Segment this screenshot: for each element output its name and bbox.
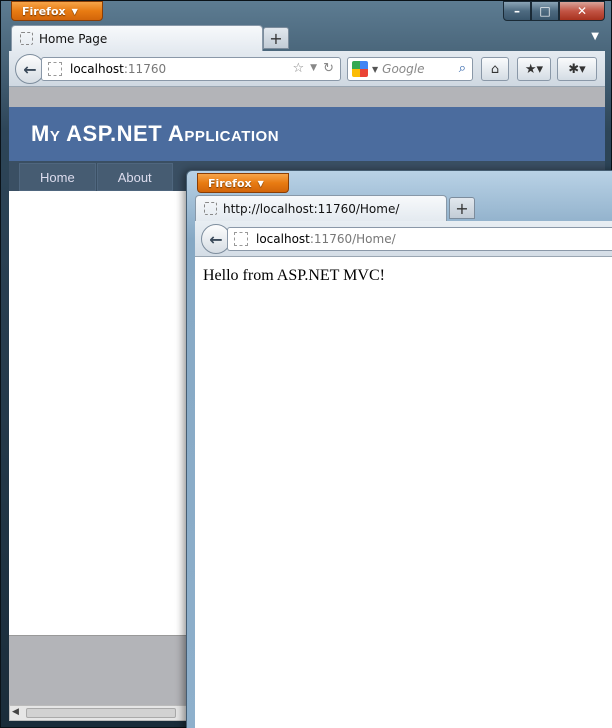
menu-item-about[interactable]: About [96, 163, 173, 191]
tab-title: http://localhost:11760/Home/ [223, 201, 400, 216]
bookmarks-button[interactable]: ★▾ [517, 57, 551, 81]
menu-item-home[interactable]: Home [19, 163, 96, 191]
search-bar[interactable]: ▼ Google ⌕ [347, 57, 473, 81]
firefox-menu-button[interactable]: Firefox ▼ [11, 1, 103, 21]
url-host: localhost [70, 62, 124, 76]
tab-strip: http://localhost:11760/Home/ + [195, 195, 612, 221]
addon-button[interactable]: ✱▾ [557, 57, 597, 81]
site-identity-icon [234, 232, 248, 246]
window-controls: – □ ✕ [503, 1, 605, 21]
google-icon[interactable] [352, 61, 368, 77]
scroll-left-icon[interactable]: ◀ [12, 707, 19, 717]
tab-title: Home Page [39, 31, 108, 46]
tab-home-page[interactable]: Home Page [11, 25, 263, 51]
hello-message: Hello from ASP.NET MVC! [203, 267, 385, 284]
minimize-button[interactable]: – [503, 1, 531, 21]
chevron-down-icon[interactable]: ▼ [372, 65, 378, 74]
arrow-left-icon: ← [209, 229, 223, 249]
firefox-menu-label: Firefox [22, 4, 66, 18]
bug-icon: ✱▾ [568, 61, 586, 77]
arrow-left-icon: ← [23, 59, 37, 79]
list-all-tabs-icon[interactable]: ▼ [591, 31, 599, 42]
tab-home[interactable]: http://localhost:11760/Home/ [195, 195, 447, 221]
tab-strip: Home Page + ▼ [9, 23, 605, 51]
chevron-down-icon: ▼ [71, 6, 78, 16]
navigation-toolbar: ← localhost:11760 ☆ ▼ ↻ ▼ Google ⌕ ⌂ ★▾ … [9, 51, 605, 87]
maximize-button[interactable]: □ [531, 1, 559, 21]
url-bar[interactable]: localhost:11760 ☆ ▼ ↻ [41, 57, 341, 81]
horizontal-scrollbar[interactable]: ◀ [9, 705, 189, 721]
home-icon: ⌂ [490, 61, 500, 77]
search-placeholder: Google [382, 62, 425, 76]
site-header: My ASP.NET Application [9, 107, 605, 161]
site-identity-icon [48, 62, 62, 76]
page-icon [20, 32, 33, 45]
chevron-down-icon: ▼ [257, 178, 264, 188]
page-content: Hello from ASP.NET MVC! [195, 257, 612, 728]
page-icon [204, 202, 217, 215]
site-title: My ASP.NET Application [31, 121, 280, 146]
close-button[interactable]: ✕ [559, 1, 605, 21]
url-host: localhost [256, 232, 310, 246]
bookmarks-icon: ★▾ [524, 61, 544, 77]
new-tab-button[interactable]: + [449, 197, 475, 219]
new-tab-button[interactable]: + [263, 27, 289, 49]
url-rest: :11760 [123, 62, 167, 76]
magnifier-icon[interactable]: ⌕ [459, 61, 466, 76]
browser-window-front: Firefox ▼ http://localhost:11760/Home/ +… [186, 170, 612, 728]
scroll-thumb[interactable] [26, 708, 176, 718]
star-icon[interactable]: ☆ [293, 61, 305, 76]
url-bar[interactable]: localhost:11760/Home/ [227, 227, 612, 251]
url-rest: :11760/Home/ [309, 232, 396, 246]
chevron-down-icon[interactable]: ▼ [310, 63, 317, 76]
firefox-menu-button[interactable]: Firefox ▼ [197, 173, 289, 193]
page-top-strip [9, 87, 605, 107]
reload-icon[interactable]: ↻ [323, 61, 334, 76]
home-button[interactable]: ⌂ [481, 57, 509, 81]
firefox-menu-label: Firefox [208, 176, 252, 190]
navigation-toolbar: ← localhost:11760/Home/ [195, 221, 612, 257]
